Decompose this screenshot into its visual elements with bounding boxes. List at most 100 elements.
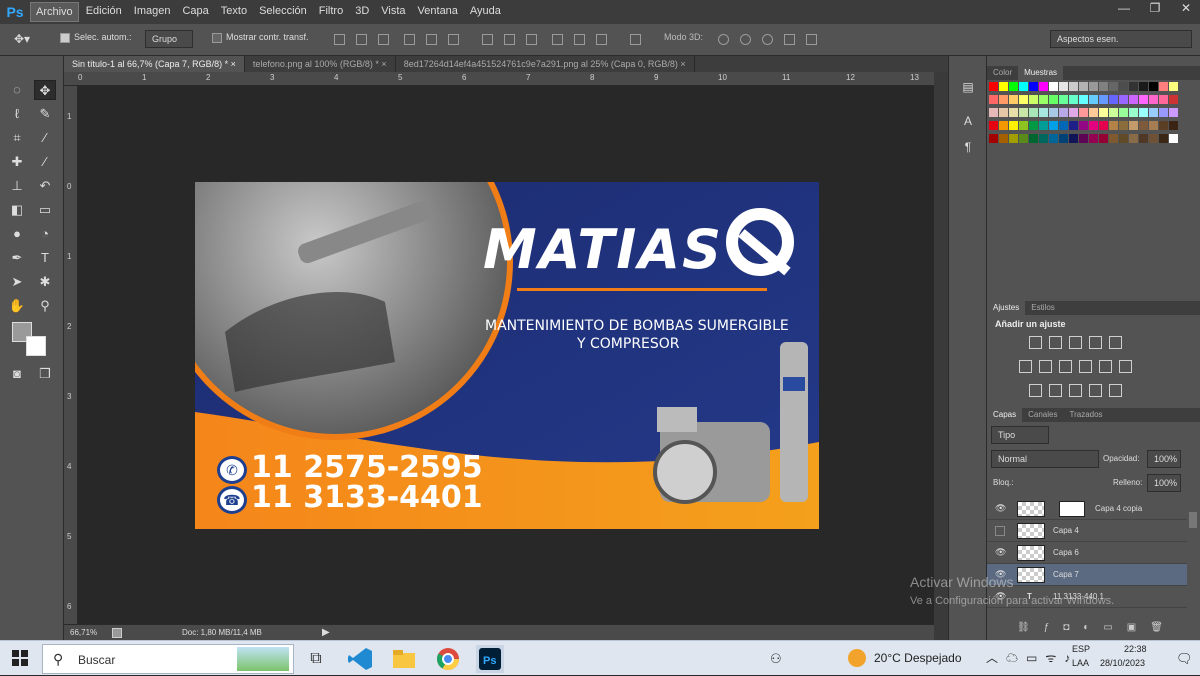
photo-filter-icon[interactable]: [1079, 360, 1092, 373]
scale-3d-icon[interactable]: [806, 34, 817, 45]
color-swatch[interactable]: [1119, 82, 1128, 91]
minimize-button[interactable]: —: [1110, 0, 1138, 18]
character-panel-icon[interactable]: A: [961, 114, 975, 128]
color-swatch[interactable]: [1119, 134, 1128, 143]
auto-align-icon[interactable]: [630, 34, 641, 45]
color-swatch[interactable]: [1069, 82, 1078, 91]
dodge-tool-icon[interactable]: ◔: [34, 224, 56, 244]
distribute-hcenter-icon[interactable]: [574, 34, 585, 45]
menu-item[interactable]: Capa: [177, 2, 213, 22]
crop-tool-icon[interactable]: ⌗: [6, 128, 28, 148]
tab-sin-titulo[interactable]: Sin título-1 al 66,7% (Capa 7, RGB/8) * …: [64, 56, 245, 72]
color-swatch[interactable]: [1129, 95, 1138, 104]
keyboard-layout[interactable]: LAA: [1072, 658, 1089, 668]
color-swatch[interactable]: [1089, 121, 1098, 130]
align-vcenter-icon[interactable]: [356, 34, 367, 45]
fill-input[interactable]: 100%: [1147, 474, 1181, 492]
menu-item[interactable]: Ventana: [413, 2, 463, 22]
color-swatch[interactable]: [1009, 82, 1018, 91]
color-swatch[interactable]: [1159, 95, 1168, 104]
curves-icon[interactable]: [1069, 336, 1082, 349]
exposure-icon[interactable]: [1089, 336, 1102, 349]
color-swatch[interactable]: [1059, 95, 1068, 104]
paragraph-panel-icon[interactable]: ¶: [961, 140, 975, 154]
color-swatch[interactable]: [1079, 121, 1088, 130]
photoshop-taskbar-icon[interactable]: Ps: [476, 645, 504, 673]
color-swatch[interactable]: [1009, 134, 1018, 143]
distribute-vcenter-icon[interactable]: [504, 34, 515, 45]
color-swatch[interactable]: [1029, 121, 1038, 130]
weather-icon[interactable]: [848, 649, 866, 667]
pen-tool-icon[interactable]: ✒: [6, 248, 28, 268]
color-swatch[interactable]: [1049, 134, 1058, 143]
color-swatch[interactable]: [1089, 82, 1098, 91]
align-hcenter-icon[interactable]: [426, 34, 437, 45]
color-swatch[interactable]: [1109, 82, 1118, 91]
selective-color-icon[interactable]: [1089, 384, 1102, 397]
color-swatch[interactable]: [1039, 134, 1048, 143]
tab-capas[interactable]: Capas: [987, 408, 1023, 422]
color-swatch[interactable]: [1139, 134, 1148, 143]
threshold-icon[interactable]: [1069, 384, 1082, 397]
quick-mask-icon[interactable]: ◙: [6, 364, 28, 384]
color-swatch[interactable]: [999, 95, 1008, 104]
vibrance-icon[interactable]: [1109, 336, 1122, 349]
distribute-left-icon[interactable]: [552, 34, 563, 45]
tab-muestras[interactable]: Muestras: [1018, 66, 1064, 80]
align-left-icon[interactable]: [404, 34, 415, 45]
color-lookup-icon[interactable]: [1119, 360, 1132, 373]
move-tool-icon[interactable]: ✥: [34, 80, 56, 100]
color-swatch[interactable]: [1089, 134, 1098, 143]
color-swatch[interactable]: [1079, 108, 1088, 117]
color-swatch[interactable]: [1149, 121, 1158, 130]
quick-select-icon[interactable]: ✎: [34, 104, 56, 124]
auto-select-checkbox[interactable]: Selec. autom.:: [60, 32, 132, 43]
color-swatch[interactable]: [1039, 95, 1048, 104]
tab-8ed17264[interactable]: 8ed17264d14ef4a451524761c9e7a291.png al …: [396, 56, 695, 72]
color-swatch[interactable]: [1169, 134, 1178, 143]
color-swatch[interactable]: [1069, 121, 1078, 130]
color-swatch[interactable]: [1019, 121, 1028, 130]
tab-trazados[interactable]: Trazados: [1063, 408, 1108, 422]
marquee-tool-icon[interactable]: ◌: [6, 80, 28, 100]
close-button[interactable]: ✕: [1172, 0, 1200, 18]
color-swatch[interactable]: [989, 82, 998, 91]
color-swatch[interactable]: [1059, 82, 1068, 91]
color-swatch[interactable]: [1129, 134, 1138, 143]
layer-row[interactable]: 👁 Capa 7: [987, 564, 1187, 586]
history-panel-icon[interactable]: ▤: [961, 80, 975, 94]
hidden-visibility-box[interactable]: [995, 526, 1005, 536]
levels-icon[interactable]: [1049, 336, 1062, 349]
move-tool-preset-icon[interactable]: ✥▾: [14, 32, 36, 46]
slide-3d-icon[interactable]: [784, 34, 795, 45]
tray-icons[interactable]: ︿☁▭ᯤ♪: [986, 649, 1078, 666]
task-view-icon[interactable]: ⧉: [302, 645, 330, 673]
history-brush-icon[interactable]: ↶: [34, 176, 56, 196]
zoom-level[interactable]: 66,71%: [70, 625, 97, 641]
distribute-top-icon[interactable]: [482, 34, 493, 45]
color-swatch[interactable]: [1049, 82, 1058, 91]
color-swatch[interactable]: [1139, 82, 1148, 91]
eyedropper-icon[interactable]: ⁄: [34, 128, 56, 148]
color-swatch[interactable]: [1059, 121, 1068, 130]
gradient-tool-icon[interactable]: ▭: [34, 200, 56, 220]
distribute-bottom-icon[interactable]: [526, 34, 537, 45]
color-swatch[interactable]: [1169, 121, 1178, 130]
color-swatch[interactable]: [1009, 121, 1018, 130]
file-explorer-icon[interactable]: [390, 645, 418, 673]
people-icon[interactable]: ⚇: [770, 651, 782, 667]
status-info-icon[interactable]: [112, 628, 122, 638]
weather-text[interactable]: 20°C Despejado: [874, 651, 962, 665]
color-swatch[interactable]: [1159, 108, 1168, 117]
color-swatch[interactable]: [1009, 108, 1018, 117]
layer-filter-dropdown[interactable]: Tipo: [991, 426, 1049, 444]
blur-tool-icon[interactable]: ●: [6, 224, 28, 244]
color-swatch[interactable]: [1159, 134, 1168, 143]
clone-stamp-icon[interactable]: ⊥: [6, 176, 28, 196]
invert-icon[interactable]: [1029, 384, 1042, 397]
color-swatch[interactable]: [1109, 95, 1118, 104]
color-swatch[interactable]: [1099, 108, 1108, 117]
roll-3d-icon[interactable]: [740, 34, 751, 45]
color-swatch[interactable]: [1099, 95, 1108, 104]
search-box[interactable]: ⚲ Buscar: [42, 644, 294, 674]
